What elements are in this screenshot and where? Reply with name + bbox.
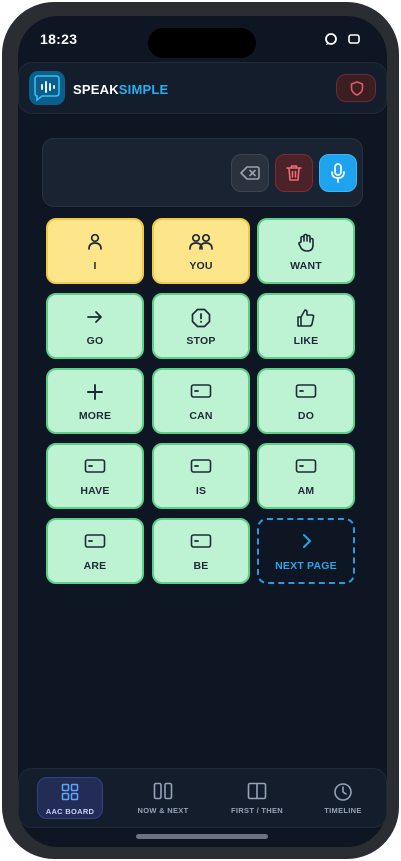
clock-icon [303,782,383,802]
card-icon [48,458,142,480]
brand-simple: SIMPLE [118,82,169,97]
two-columns-icon [123,782,203,800]
nav-timeline[interactable]: TIMELINE [303,777,383,819]
tile-label: YOU [189,260,213,272]
thumbs-up-icon [259,308,353,330]
arrow-right-icon [48,308,142,330]
tile-label: GO [86,335,104,347]
tile-do[interactable]: DO [257,368,355,434]
dynamic-island [148,28,256,58]
nav-aac-board[interactable]: AAC BOARD [37,777,103,819]
tile-label: IS [195,485,207,497]
shield-icon [350,81,364,101]
octagon-stop-icon [154,308,248,330]
brand-speak: SPEAK [73,82,119,97]
tile-go[interactable]: GO [46,293,144,359]
phone-frame: 18:23 SPEAKSIMPLE I YOU WANT GO STOP LIK… [2,2,399,859]
nav-first-then[interactable]: FIRST / THEN [217,777,297,819]
tile-be[interactable]: BE [152,518,250,584]
tile-label: DO [297,410,315,422]
clear-button[interactable] [275,154,313,192]
screen: 18:23 SPEAKSIMPLE I YOU WANT GO STOP LIK… [18,16,387,847]
app-header: SPEAKSIMPLE [18,62,387,114]
status-time: 18:23 [40,31,78,47]
tile-is[interactable]: IS [152,443,250,509]
tile-are[interactable]: ARE [46,518,144,584]
tile-am[interactable]: AM [257,443,355,509]
tile-label: STOP [186,335,216,347]
card-icon [154,458,248,480]
microphone-button[interactable] [319,154,357,192]
next-page-button[interactable]: NEXT PAGE [257,518,355,584]
tile-label: HAVE [80,485,110,497]
tile-stop[interactable]: STOP [152,293,250,359]
nav-label: FIRST / THEN [231,806,283,815]
card-icon [259,458,353,480]
card-icon [154,383,248,405]
tile-label: MORE [78,410,112,422]
card-icon [154,533,248,555]
card-icon [48,533,142,555]
tile-label: BE [193,560,209,572]
person-icon [48,233,142,255]
microphone-icon [330,163,346,188]
tile-want[interactable]: WANT [257,218,355,284]
tile-i[interactable]: I [46,218,144,284]
trash-icon [286,164,302,187]
window-icon [348,32,360,50]
tile-more[interactable]: MORE [46,368,144,434]
people-icon [154,233,248,255]
split-panel-icon [217,782,297,800]
nav-label: TIMELINE [324,806,362,815]
tile-label: ARE [83,560,107,572]
nav-label: AAC BOARD [45,807,95,816]
app-brand: SPEAKSIMPLE [73,82,168,97]
hand-icon [259,233,353,255]
tile-can[interactable]: CAN [152,368,250,434]
nav-label: NOW & NEXT [137,806,189,815]
sentence-bar [42,138,363,207]
nav-now-next[interactable]: NOW & NEXT [123,777,203,819]
tile-label: I [93,260,97,272]
grid-icon [38,783,102,801]
backspace-icon [240,165,260,186]
chat-bubble-icon [324,32,338,51]
tile-label: CAN [189,410,213,422]
card-icon [259,383,353,405]
plus-icon [48,383,142,405]
tile-like[interactable]: LIKE [257,293,355,359]
status-bar: 18:23 [18,16,387,62]
chevron-right-icon [259,533,353,555]
tile-label: NEXT PAGE [275,560,337,572]
app-logo [29,71,65,105]
home-indicator[interactable] [136,834,268,839]
bottom-nav: AAC BOARD NOW & NEXT FIRST / THEN TIMELI… [18,768,387,828]
tile-have[interactable]: HAVE [46,443,144,509]
backspace-button[interactable] [231,154,269,192]
tile-label: AM [297,485,315,497]
safety-button[interactable] [336,74,376,102]
tile-label: LIKE [293,335,319,347]
tile-you[interactable]: YOU [152,218,250,284]
tile-label: WANT [290,260,322,272]
